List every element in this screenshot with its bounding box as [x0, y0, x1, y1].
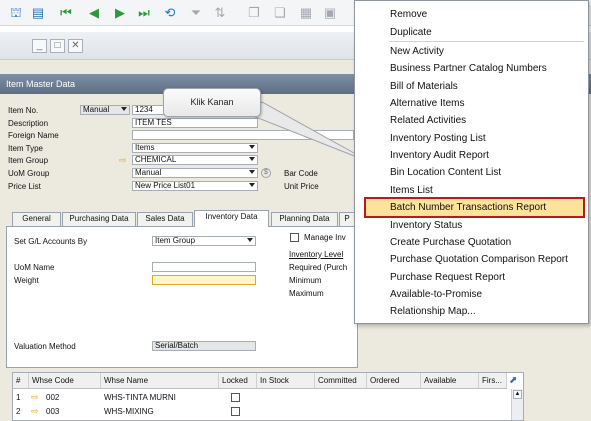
context-menu: Remove Duplicate New Activity Business P… — [354, 0, 589, 324]
menu-item-alternative-items[interactable]: Alternative Items — [390, 98, 464, 110]
menu-item-available-to-promise[interactable]: Available-to-Promise — [390, 289, 482, 301]
menu-item-create-purchase-quotation[interactable]: Create Purchase Quotation — [390, 237, 511, 249]
menu-item-pq-comparison-report[interactable]: Purchase Quotation Comparison Report — [390, 254, 568, 266]
menu-separator — [389, 41, 584, 42]
menu-item-remove[interactable]: Remove — [390, 9, 427, 21]
menu-item-batch-number-transactions-report[interactable]: Batch Number Transactions Report — [390, 202, 546, 214]
menu-item-purchase-request-report[interactable]: Purchase Request Report — [390, 272, 505, 284]
menu-item-bp-catalog-numbers[interactable]: Business Partner Catalog Numbers — [390, 63, 547, 75]
menu-item-related-activities[interactable]: Related Activities — [390, 115, 466, 127]
menu-item-inventory-audit-report[interactable]: Inventory Audit Report — [390, 150, 489, 162]
callout-bubble: Klik Kanan — [163, 88, 261, 117]
menu-item-duplicate[interactable]: Duplicate — [390, 27, 432, 39]
menu-item-inventory-status[interactable]: Inventory Status — [390, 220, 462, 232]
menu-item-bill-of-materials[interactable]: Bill of Materials — [390, 81, 458, 93]
menu-item-relationship-map[interactable]: Relationship Map... — [390, 306, 476, 318]
menu-item-new-activity[interactable]: New Activity — [390, 46, 444, 58]
menu-item-items-list[interactable]: Items List — [390, 185, 433, 197]
menu-item-bin-location-content-list[interactable]: Bin Location Content List — [390, 167, 501, 179]
menu-item-inventory-posting-list[interactable]: Inventory Posting List — [390, 133, 486, 145]
